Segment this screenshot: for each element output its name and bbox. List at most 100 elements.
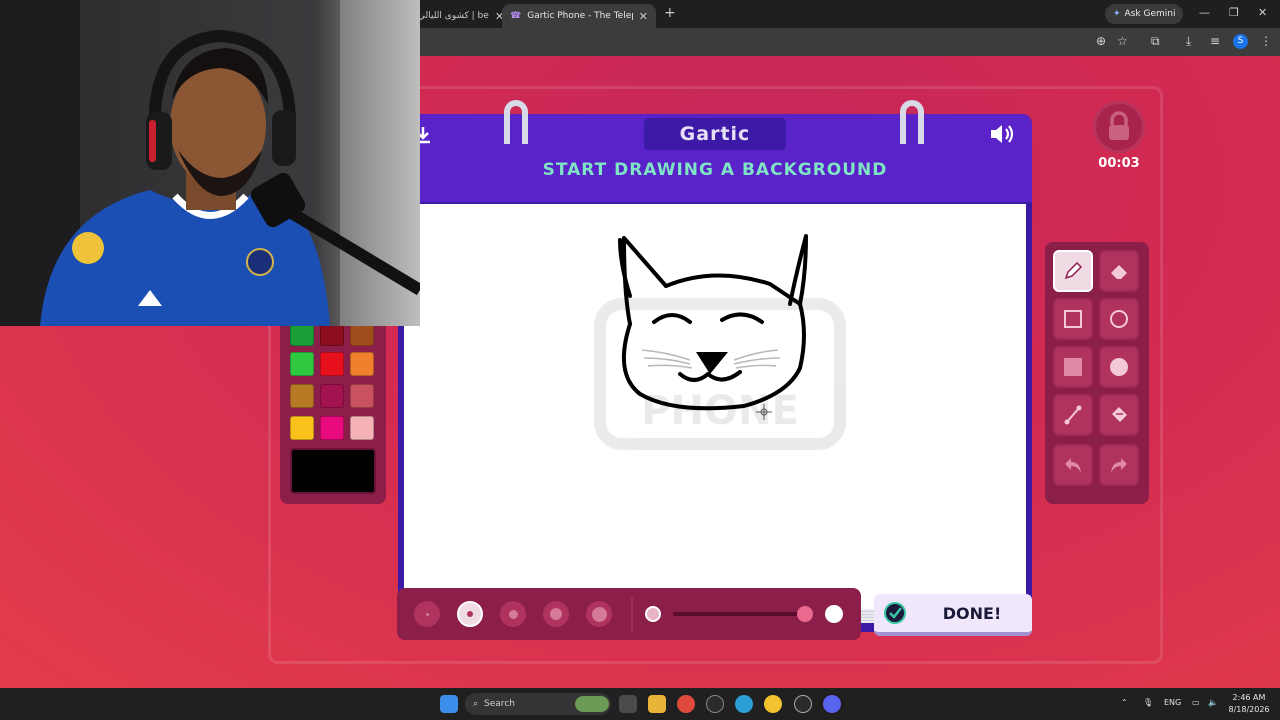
chrome-icon[interactable] xyxy=(677,695,695,713)
size-dot xyxy=(508,609,518,619)
obs-icon[interactable] xyxy=(706,695,724,713)
countdown-timer: 00:03 xyxy=(1098,156,1140,171)
line-tool[interactable] xyxy=(1053,394,1093,436)
close-icon[interactable]: ✕ xyxy=(639,10,648,23)
gartic-logo: Gartic xyxy=(644,118,786,150)
filled-rectangle-tool[interactable] xyxy=(1053,346,1093,388)
undo-button[interactable] xyxy=(1053,444,1093,486)
rectangle-tool[interactable] xyxy=(1053,298,1093,340)
done-label: DONE! xyxy=(942,604,1002,623)
search-icon: ⌕ xyxy=(473,699,479,709)
windows-start-icon[interactable] xyxy=(440,695,458,713)
brush-size-4[interactable] xyxy=(543,601,569,627)
download-icon[interactable]: ⤓ xyxy=(1186,34,1191,49)
extensions-icon[interactable]: ⧉ xyxy=(1151,34,1160,49)
new-tab-icon[interactable]: + xyxy=(664,5,676,21)
opacity-slider[interactable] xyxy=(631,596,855,632)
bookmark-star-icon[interactable]: ☆ xyxy=(1117,34,1128,48)
zoom-icon[interactable]: ⊕ xyxy=(1096,34,1106,48)
color-swatch[interactable] xyxy=(350,416,374,440)
color-palette xyxy=(280,318,386,504)
check-icon xyxy=(884,602,906,624)
redo-icon xyxy=(1111,458,1127,473)
size-dot xyxy=(425,612,429,616)
sketchbook: Gartic START DRAWING A BACKGROUND PHONE xyxy=(398,100,1032,632)
eraser-tool[interactable] xyxy=(1099,250,1139,292)
redo-button[interactable] xyxy=(1099,444,1139,486)
slider-thumb[interactable] xyxy=(796,606,813,622)
size-dot xyxy=(467,611,473,617)
pencil-tool[interactable] xyxy=(1053,250,1093,292)
brush-size-5[interactable] xyxy=(586,601,612,627)
tab-arabic-video[interactable]: كشوى الليالي | be ✕ xyxy=(410,4,502,28)
color-swatch[interactable] xyxy=(290,416,314,440)
webcam-overlay xyxy=(0,0,420,326)
close-icon[interactable]: ✕ xyxy=(495,10,502,23)
lock-button[interactable] xyxy=(1093,101,1145,153)
filled-ellipse-tool[interactable] xyxy=(1099,346,1139,388)
color-swatch[interactable] xyxy=(350,384,374,408)
taskbar-search[interactable]: ⌕ Search xyxy=(465,693,611,715)
drawing-canvas[interactable]: PHONE xyxy=(404,204,1026,609)
brush-size-panel xyxy=(397,588,861,640)
tab-gartic-phone[interactable]: ☎ Gartic Phone - The Telephone G ✕ xyxy=(502,4,656,28)
restore-icon[interactable]: ❐ xyxy=(1229,6,1239,19)
media-control-icon[interactable]: ≡ xyxy=(1210,34,1220,48)
network-icon[interactable]: ▭ xyxy=(1192,698,1200,707)
system-clock[interactable]: 2:46 AM 8/18/2026 xyxy=(1222,692,1276,716)
cat-sketch xyxy=(618,234,808,411)
minimize-icon[interactable]: — xyxy=(1199,6,1210,19)
size-dot xyxy=(591,606,607,622)
tab-title: Gartic Phone - The Telephone G xyxy=(527,11,633,21)
lock-icon xyxy=(1109,111,1129,140)
sketchbook-header: Gartic START DRAWING A BACKGROUND xyxy=(398,114,1032,202)
phone-icon: ☎ xyxy=(510,11,522,21)
sound-icon[interactable] xyxy=(988,122,1016,150)
profile-avatar[interactable]: S xyxy=(1233,34,1248,49)
brush-size-3[interactable] xyxy=(500,601,526,627)
discord-icon[interactable] xyxy=(823,695,841,713)
language-indicator[interactable]: ENG xyxy=(1164,698,1181,707)
search-highlight-image xyxy=(575,696,609,712)
close-window-icon[interactable]: ✕ xyxy=(1258,6,1267,19)
edge-icon[interactable] xyxy=(735,695,753,713)
ellipse-outline-icon xyxy=(1110,310,1128,328)
color-swatch[interactable] xyxy=(350,352,374,376)
brush-size-2[interactable] xyxy=(457,601,483,627)
undo-icon xyxy=(1065,458,1081,473)
line-icon xyxy=(1064,405,1082,425)
brush-size-1[interactable] xyxy=(414,601,440,627)
chrome-active-icon[interactable] xyxy=(764,695,782,713)
rectangle-filled-icon xyxy=(1064,358,1082,376)
clock-date: 8/18/2026 xyxy=(1228,705,1270,714)
search-placeholder: Search xyxy=(484,699,515,709)
volume-icon[interactable]: 🔈 xyxy=(1208,698,1218,707)
color-swatch[interactable] xyxy=(320,384,344,408)
drawing-instruction: START DRAWING A BACKGROUND xyxy=(542,160,888,180)
windows-taskbar: ⌕ Search ⌃ 🎙 ENG ▭ 🔈 2:46 AM 8/18/2026 xyxy=(0,688,1280,720)
fill-tool[interactable] xyxy=(1099,394,1139,436)
size-dot xyxy=(550,608,562,620)
color-swatch[interactable] xyxy=(290,352,314,376)
ask-gemini-label: Ask Gemini xyxy=(1124,9,1176,19)
file-explorer-icon[interactable] xyxy=(648,695,666,713)
slider-track[interactable] xyxy=(673,612,809,616)
canvas-drawing: PHONE xyxy=(594,234,846,450)
binder-ring xyxy=(900,100,924,144)
pencil-icon xyxy=(1064,261,1083,280)
chevron-up-icon[interactable]: ⌃ xyxy=(1121,698,1128,707)
ask-gemini-button[interactable]: ✦ Ask Gemini xyxy=(1105,4,1184,24)
color-swatch[interactable] xyxy=(320,416,344,440)
done-button[interactable]: DONE! xyxy=(874,594,1032,636)
menu-icon[interactable]: ⋮ xyxy=(1260,34,1272,48)
color-swatch[interactable] xyxy=(320,352,344,376)
current-color[interactable] xyxy=(290,448,376,494)
gemini-icon: ✦ xyxy=(1113,9,1121,19)
fill-bucket-icon xyxy=(1112,407,1127,422)
slider-min-marker xyxy=(645,606,661,622)
color-swatch[interactable] xyxy=(290,384,314,408)
ellipse-tool[interactable] xyxy=(1099,298,1139,340)
task-view-icon[interactable] xyxy=(619,695,637,713)
microphone-icon[interactable]: 🎙 xyxy=(1143,698,1153,707)
app-icon[interactable] xyxy=(794,695,812,713)
